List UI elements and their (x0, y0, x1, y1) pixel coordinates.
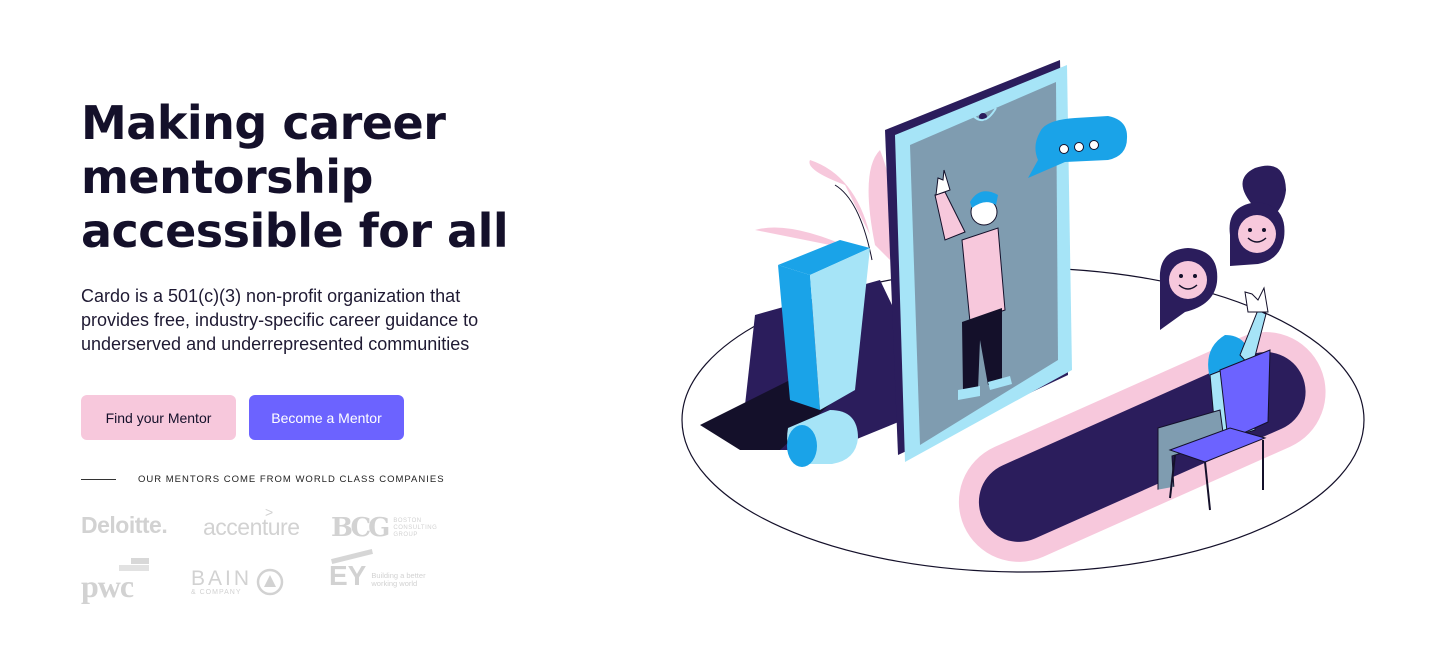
pwc-wordmark: pwc (81, 568, 134, 604)
accenture-caret-icon: > (265, 504, 273, 520)
headline-line-2: mentorship (81, 150, 373, 204)
ey-wordmark: EY (329, 548, 373, 592)
pwc-bar-icon (119, 565, 149, 571)
description-line-3: underserved and underrepresented communi… (81, 334, 470, 354)
companies-caption-row: OUR MENTORS COME FROM WORLD CLASS COMPAN… (81, 474, 445, 485)
caption-divider (81, 479, 116, 480)
bain-logo: BAIN & COMPANY (191, 568, 284, 596)
bcg-subtitle: BOSTON CONSULTING GROUP (393, 517, 438, 538)
find-your-mentor-button[interactable]: Find your Mentor (81, 395, 236, 440)
description-line-2: provides free, industry-specific career … (81, 310, 479, 330)
hero-description: Cardo is a 501(c)(3) non-profit organiza… (81, 284, 551, 356)
exclamation-icon (778, 240, 870, 467)
headline-line-3: accessible for all (81, 204, 509, 258)
bain-wordmark: BAIN (191, 566, 253, 590)
smiley-pin-icon (1229, 202, 1285, 266)
bain-subtitle: & COMPANY (191, 588, 242, 596)
pwc-logo: pwc (81, 558, 149, 605)
accenture-wordmark: accenture (203, 514, 300, 540)
deloitte-logo: Deloitte. (81, 512, 168, 538)
plant-leaves-icon (755, 150, 894, 261)
pwc-bar-icon (131, 558, 149, 564)
bcg-logo: BCG BOSTON CONSULTING GROUP (331, 513, 437, 543)
ey-logo: EY Building a better working world (329, 548, 426, 592)
ey-tagline: Building a better working world (371, 571, 426, 588)
video-call-mentorship-illustration (681, 60, 1365, 573)
headline-line-1: Making career (81, 96, 446, 150)
bcg-wordmark: BCG (331, 513, 390, 543)
become-a-mentor-button[interactable]: Become a Mentor (249, 395, 404, 440)
hero-headline: Making career mentorship accessible for … (81, 96, 601, 258)
companies-caption: OUR MENTORS COME FROM WORLD CLASS COMPAN… (138, 474, 445, 485)
description-line-1: Cardo is a 501(c)(3) non-profit organiza… (81, 286, 461, 306)
bain-circle-icon (256, 568, 284, 596)
accenture-logo: accenture > (203, 504, 300, 541)
